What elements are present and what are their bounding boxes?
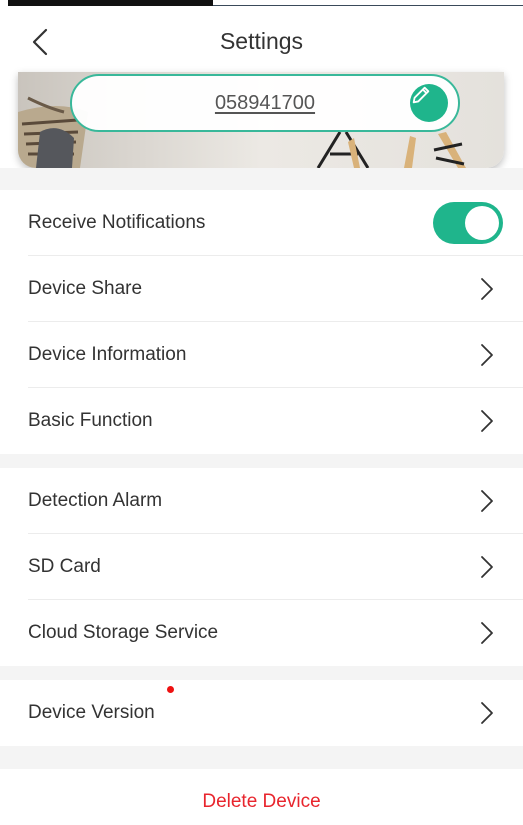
toggle-knob	[465, 206, 499, 240]
chevron-right-icon	[481, 702, 493, 724]
chevron-right-icon	[481, 490, 493, 512]
device-information-label: Device Information	[28, 344, 187, 365]
chevron-right-icon	[481, 410, 493, 432]
pencil-icon	[412, 86, 430, 104]
device-share-label: Device Share	[28, 278, 143, 299]
device-share-row[interactable]: Device Share	[0, 256, 523, 322]
cloud-storage-service-label: Cloud Storage Service	[28, 622, 219, 643]
detection-alarm-label: Detection Alarm	[28, 490, 163, 511]
delete-device-label: Delete Device	[202, 791, 321, 812]
device-name[interactable]: 058941700	[72, 92, 458, 115]
section-separator	[0, 168, 523, 190]
receive-notifications-toggle[interactable]	[433, 202, 503, 244]
status-bar-line	[213, 5, 523, 6]
header-bar: Settings	[0, 8, 523, 72]
page-title: Settings	[219, 28, 304, 54]
section-separator	[0, 746, 523, 769]
status-strip	[0, 0, 523, 8]
sd-card-row[interactable]: SD Card	[0, 534, 523, 600]
device-version-row[interactable]: Device Version	[0, 680, 523, 746]
delete-device-button[interactable]: Delete Device	[0, 769, 523, 825]
update-badge-dot	[167, 686, 174, 693]
device-information-row[interactable]: Device Information	[0, 322, 523, 388]
section-separator	[0, 666, 523, 680]
receive-notifications-row: Receive Notifications	[0, 190, 523, 256]
chevron-right-icon	[481, 622, 493, 644]
device-banner: 058941700	[18, 72, 504, 168]
basic-function-label: Basic Function	[28, 410, 153, 431]
device-name-pill: 058941700	[70, 74, 460, 132]
sd-card-label: SD Card	[28, 556, 101, 577]
status-bar-dark-segment	[8, 0, 213, 6]
device-version-label: Device Version	[28, 702, 155, 723]
chevron-right-icon	[481, 278, 493, 300]
detection-alarm-row[interactable]: Detection Alarm	[0, 468, 523, 534]
edit-name-button[interactable]	[410, 84, 448, 122]
basic-function-row[interactable]: Basic Function	[0, 388, 523, 454]
chevron-right-icon	[481, 556, 493, 578]
chevron-right-icon	[481, 344, 493, 366]
section-separator	[0, 454, 523, 468]
receive-notifications-label: Receive Notifications	[28, 212, 206, 233]
cloud-storage-service-row[interactable]: Cloud Storage Service	[0, 600, 523, 666]
